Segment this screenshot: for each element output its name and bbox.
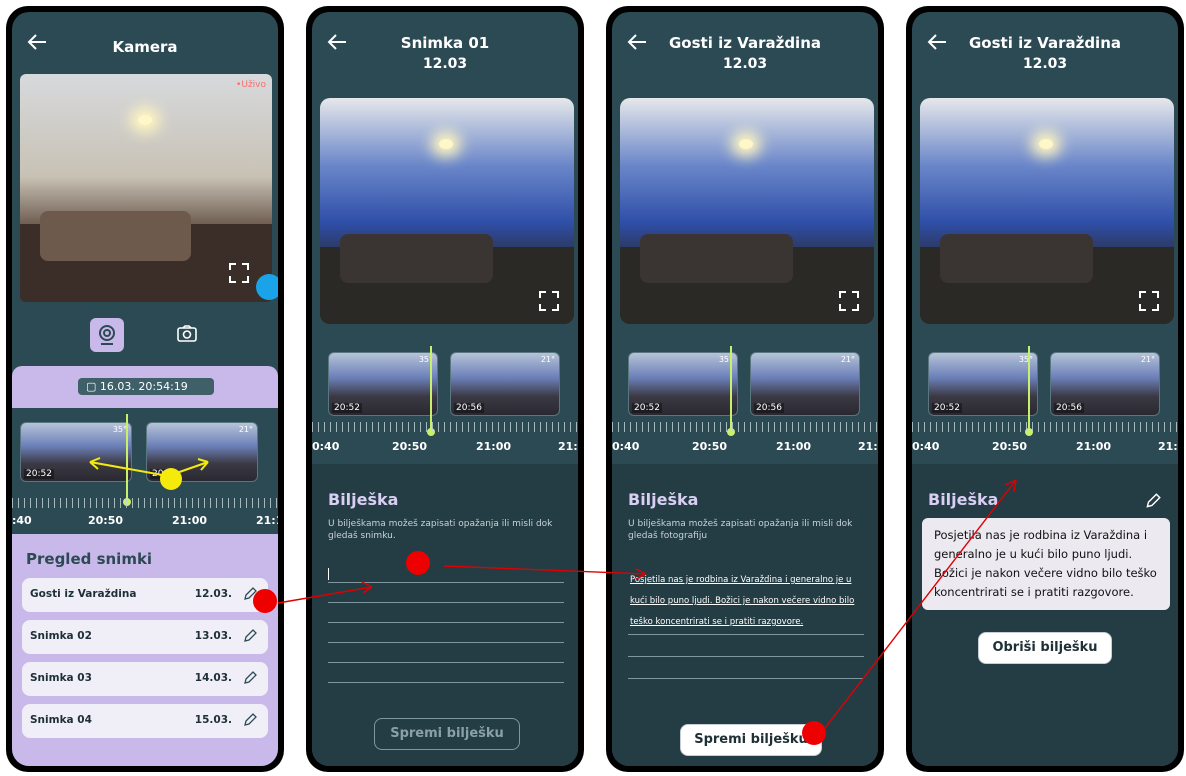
flow-arrows — [277, 479, 1017, 733]
red-marker — [253, 589, 277, 613]
red-marker — [802, 721, 826, 745]
red-marker — [406, 551, 430, 575]
flow-annotations — [253, 479, 1017, 745]
